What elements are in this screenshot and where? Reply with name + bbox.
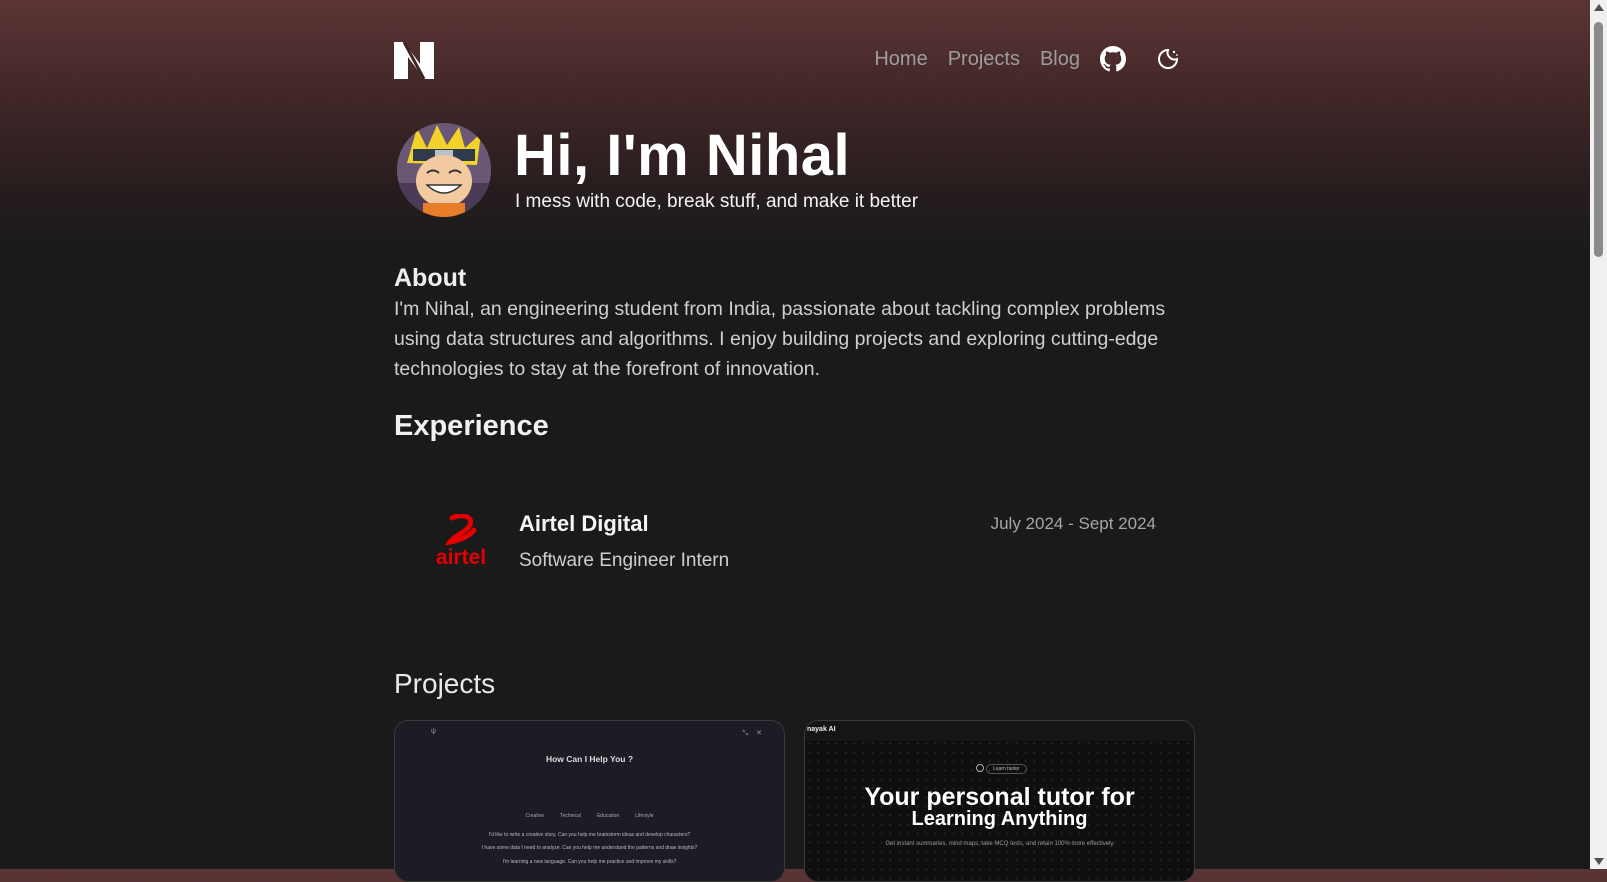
nav-links: Home Projects Blog bbox=[854, 46, 1180, 72]
main-container: Home Projects Blog Hi, I'm Nihal I mess … bbox=[394, 0, 1195, 882]
page: Home Projects Blog Hi, I'm Nihal I mess … bbox=[0, 0, 1590, 882]
suggestion-line: I'd like to write a creative story. Can … bbox=[488, 832, 691, 838]
experience-item[interactable]: airtel Airtel Digital Software Engineer … bbox=[394, 500, 1194, 580]
nav-link-home[interactable]: Home bbox=[874, 48, 927, 71]
avatar bbox=[397, 123, 491, 217]
logo-icon: ψ bbox=[431, 728, 436, 735]
window-controls-icon: ⤡✕ bbox=[742, 730, 770, 737]
project-card-chat[interactable]: ψ ⤡✕ How Can I Help You ? Creative Techn… bbox=[394, 720, 785, 882]
projects-heading: Projects bbox=[394, 668, 496, 699]
airtel-logo-icon: airtel bbox=[430, 513, 492, 569]
moon-sparkle-icon[interactable] bbox=[1156, 47, 1180, 71]
project-description: Get instant summaries, mind maps, take M… bbox=[885, 841, 1115, 847]
hero-section: Hi, I'm Nihal I mess with code, break st… bbox=[394, 123, 1194, 218]
about-heading: About bbox=[394, 264, 467, 292]
experience-date: July 2024 - Sept 2024 bbox=[990, 514, 1156, 533]
about-text: I'm Nihal, an engineering student from I… bbox=[394, 298, 1166, 380]
suggestion-line: I'm learning a new language. Can you hel… bbox=[502, 859, 677, 865]
nav-link-blog[interactable]: Blog bbox=[1040, 48, 1080, 71]
project-title-line2: Learning Anything bbox=[911, 808, 1088, 830]
badge-dot-icon bbox=[976, 764, 984, 772]
project-card-tutor[interactable]: nayak AI Learn faster Your personal tuto… bbox=[804, 720, 1195, 882]
project-brand: nayak AI bbox=[807, 726, 836, 733]
project-badge: Learn faster bbox=[986, 764, 1027, 774]
experience-company: Airtel Digital bbox=[519, 511, 649, 536]
scrollbar-thumb[interactable] bbox=[1594, 22, 1603, 257]
svg-text:airtel: airtel bbox=[436, 546, 486, 568]
nav-link-projects[interactable]: Projects bbox=[948, 48, 1020, 71]
hero-subtitle: I mess with code, break stuff, and make … bbox=[515, 191, 919, 212]
github-icon[interactable] bbox=[1100, 46, 1126, 72]
tab-technical: Technical bbox=[560, 813, 581, 819]
project-card-title: How Can I Help You ? bbox=[545, 754, 634, 764]
hero-title: Hi, I'm Nihal bbox=[514, 123, 851, 188]
experience-heading: Experience bbox=[394, 410, 549, 442]
navbar: Home Projects Blog bbox=[394, 38, 1194, 84]
n-logo-icon[interactable] bbox=[394, 41, 434, 80]
card-topbar bbox=[805, 721, 1194, 741]
tab-lifestyle: Lifestyle bbox=[635, 813, 654, 819]
tab-education: Education bbox=[596, 813, 620, 819]
scroll-up-arrow-icon[interactable] bbox=[1594, 4, 1604, 11]
project-card-tabs: Creative Technical Education Lifestyle bbox=[395, 813, 784, 819]
scrollbar[interactable] bbox=[1590, 0, 1607, 869]
experience-role: Software Engineer Intern bbox=[519, 550, 730, 571]
scroll-down-arrow-icon[interactable] bbox=[1594, 858, 1604, 865]
tab-creative: Creative bbox=[525, 813, 545, 819]
suggestion-line: I have some data I need to analyze. Can … bbox=[481, 845, 698, 851]
